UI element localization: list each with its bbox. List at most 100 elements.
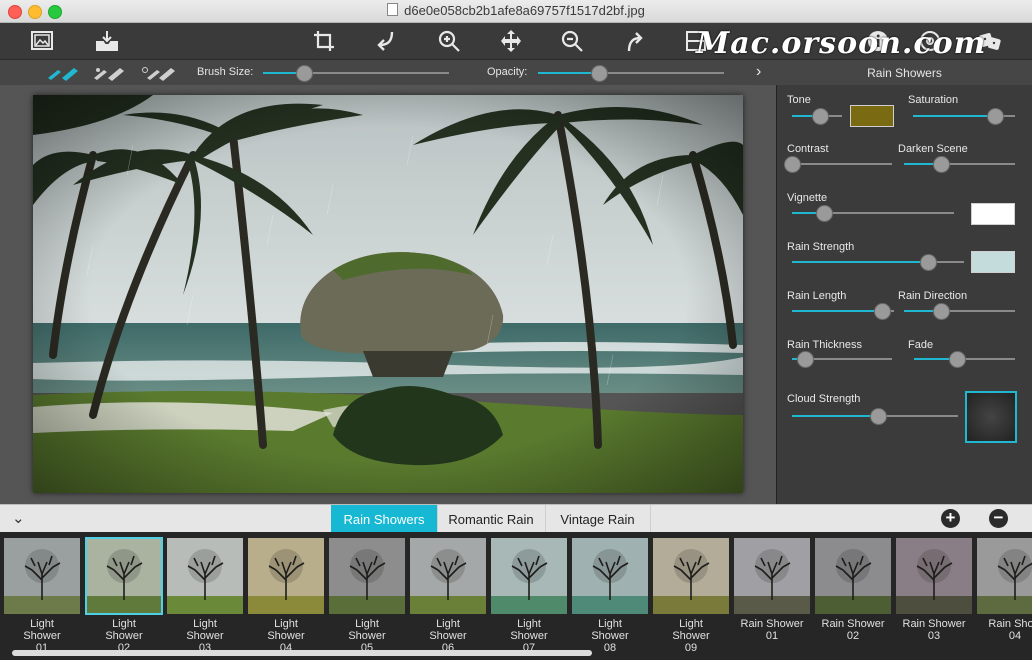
remove-preset-button[interactable]: − bbox=[989, 509, 1008, 528]
preset-thumbnail[interactable]: Light Shower 01 bbox=[4, 538, 80, 654]
slider-thumb[interactable] bbox=[949, 351, 967, 368]
preset-caption-line: Shower bbox=[510, 630, 548, 642]
brush-bar: Brush Size: Opacity: › Rain Showers bbox=[0, 59, 1032, 86]
crop-icon[interactable] bbox=[309, 26, 339, 56]
slider-thumb[interactable] bbox=[919, 254, 937, 271]
preset-preview-image bbox=[977, 538, 1032, 614]
preset-caption-line: Shower bbox=[267, 630, 305, 642]
horizontal-scrollbar[interactable] bbox=[12, 650, 592, 656]
preset-caption: Light Shower 03 bbox=[167, 618, 243, 654]
preset-caption: Rain Show04 bbox=[977, 618, 1032, 642]
info-icon[interactable] bbox=[863, 26, 893, 56]
preset-thumbnail[interactable]: Light Shower 09 bbox=[653, 538, 729, 654]
preset-thumbnail[interactable]: Light Shower 02 bbox=[85, 537, 163, 654]
add-preset-button[interactable]: + bbox=[941, 509, 960, 528]
reset-brush-icon[interactable] bbox=[141, 64, 177, 82]
preset-caption: Rain Shower 01 bbox=[734, 618, 810, 642]
preset-thumbnail[interactable]: Light Shower 03 bbox=[167, 538, 243, 654]
contrast-slider[interactable] bbox=[784, 156, 892, 173]
preset-caption-line: Light bbox=[517, 618, 541, 630]
preset-thumbnail[interactable]: Light Shower 05 bbox=[329, 538, 405, 654]
tab-rain-showers[interactable]: Rain Showers bbox=[331, 505, 438, 533]
slider-thumb[interactable] bbox=[591, 65, 609, 82]
preset-thumbnail[interactable]: Light Shower 04 bbox=[248, 538, 324, 654]
preset-caption-line: Rain Shower bbox=[821, 618, 885, 630]
preset-caption: Light Shower 01 bbox=[4, 618, 80, 654]
zoom-out-icon[interactable] bbox=[557, 26, 587, 56]
preset-caption: Rain Shower 03 bbox=[896, 618, 972, 642]
slider-thumb[interactable] bbox=[870, 408, 888, 425]
rain-length-slider[interactable] bbox=[792, 303, 894, 320]
preset-preview-image bbox=[85, 537, 163, 615]
opacity-slider[interactable] bbox=[538, 65, 724, 82]
tone-slider[interactable] bbox=[792, 108, 842, 125]
paint-brush-icon[interactable] bbox=[46, 64, 82, 82]
tone-color-swatch[interactable] bbox=[850, 105, 894, 127]
preset-caption: Light Shower 02 bbox=[86, 618, 162, 654]
rain-direction-label: Rain Direction bbox=[898, 290, 968, 302]
redo-icon[interactable] bbox=[620, 26, 650, 56]
rain-strength-slider[interactable] bbox=[792, 254, 964, 271]
settings-icon[interactable] bbox=[915, 26, 945, 56]
slider-fill bbox=[792, 261, 928, 263]
preset-caption: Light Shower 09 bbox=[653, 618, 729, 654]
save-icon[interactable] bbox=[92, 26, 122, 56]
slider-thumb[interactable] bbox=[932, 303, 950, 320]
preset-caption-line: Shower bbox=[429, 630, 467, 642]
saturation-slider[interactable] bbox=[913, 108, 1015, 125]
preset-thumbnail-strip: Light Shower 01 Light Shower 02 Light Shower 03 L… bbox=[0, 532, 1032, 660]
slider-thumb[interactable] bbox=[295, 65, 313, 82]
slider-thumb[interactable] bbox=[932, 156, 950, 173]
preset-caption-line: 04 bbox=[1008, 630, 1022, 642]
slider-fill bbox=[913, 115, 995, 117]
preset-preview-image bbox=[896, 538, 972, 614]
compare-icon[interactable] bbox=[681, 26, 711, 56]
cloud-strength-slider[interactable] bbox=[792, 408, 958, 425]
fade-slider[interactable] bbox=[914, 351, 1015, 368]
rain-color-swatch[interactable] bbox=[971, 251, 1015, 273]
slider-thumb[interactable] bbox=[811, 108, 829, 125]
preset-thumbnail[interactable]: Rain Shower 02 bbox=[815, 538, 891, 642]
preset-thumbnail[interactable]: Rain Shower 01 bbox=[734, 538, 810, 642]
slider-thumb[interactable] bbox=[986, 108, 1004, 125]
preset-caption-line: Light bbox=[355, 618, 379, 630]
rain-direction-slider[interactable] bbox=[904, 303, 1015, 320]
preset-caption-line: Shower bbox=[348, 630, 386, 642]
vignette-slider[interactable] bbox=[792, 205, 954, 222]
slider-thumb[interactable] bbox=[797, 351, 814, 368]
rain-thickness-slider[interactable] bbox=[792, 351, 892, 368]
brush-size-slider[interactable] bbox=[263, 65, 449, 82]
cloud-texture-preview[interactable] bbox=[965, 391, 1017, 443]
preset-caption-line: Rain Shower bbox=[902, 618, 966, 630]
document-icon bbox=[387, 3, 399, 16]
preset-thumbnail[interactable]: Rain Shower 03 bbox=[896, 538, 972, 642]
random-dice-icon[interactable] bbox=[975, 26, 1005, 56]
preset-caption: Light Shower 05 bbox=[329, 618, 405, 654]
slider-thumb[interactable] bbox=[816, 205, 834, 222]
tab-romantic-rain[interactable]: Romantic Rain bbox=[437, 505, 546, 533]
preset-caption-line: Shower bbox=[186, 630, 224, 642]
preset-thumbnail[interactable]: Light Shower 06 bbox=[410, 538, 486, 654]
preset-caption-line: Light bbox=[679, 618, 703, 630]
darken-scene-slider[interactable] bbox=[904, 156, 1015, 173]
chevron-right-icon[interactable]: › bbox=[756, 63, 761, 81]
preset-caption: Light Shower 08 bbox=[572, 618, 648, 654]
open-image-icon[interactable] bbox=[27, 26, 57, 56]
zoom-in-icon[interactable] bbox=[434, 26, 464, 56]
preview-image[interactable] bbox=[33, 95, 743, 493]
darken-scene-label: Darken Scene bbox=[898, 143, 968, 155]
undo-rotate-icon[interactable] bbox=[371, 26, 401, 56]
slider-thumb[interactable] bbox=[784, 156, 801, 173]
tab-vintage-rain[interactable]: Vintage Rain bbox=[545, 505, 651, 533]
chevron-down-icon[interactable]: ⌄ bbox=[12, 509, 25, 527]
contrast-label: Contrast bbox=[787, 143, 829, 155]
preset-thumbnail[interactable]: Rain Show04 bbox=[977, 538, 1032, 642]
move-icon[interactable] bbox=[496, 26, 526, 56]
brush-size-label: Brush Size: bbox=[197, 66, 254, 78]
slider-thumb[interactable] bbox=[873, 303, 891, 320]
preset-caption-line: 03 bbox=[927, 630, 941, 642]
preset-thumbnail[interactable]: Light Shower 07 bbox=[491, 538, 567, 654]
preset-thumbnail[interactable]: Light Shower 08 bbox=[572, 538, 648, 654]
erase-brush-icon[interactable] bbox=[92, 64, 128, 82]
vignette-color-swatch[interactable] bbox=[971, 203, 1015, 225]
